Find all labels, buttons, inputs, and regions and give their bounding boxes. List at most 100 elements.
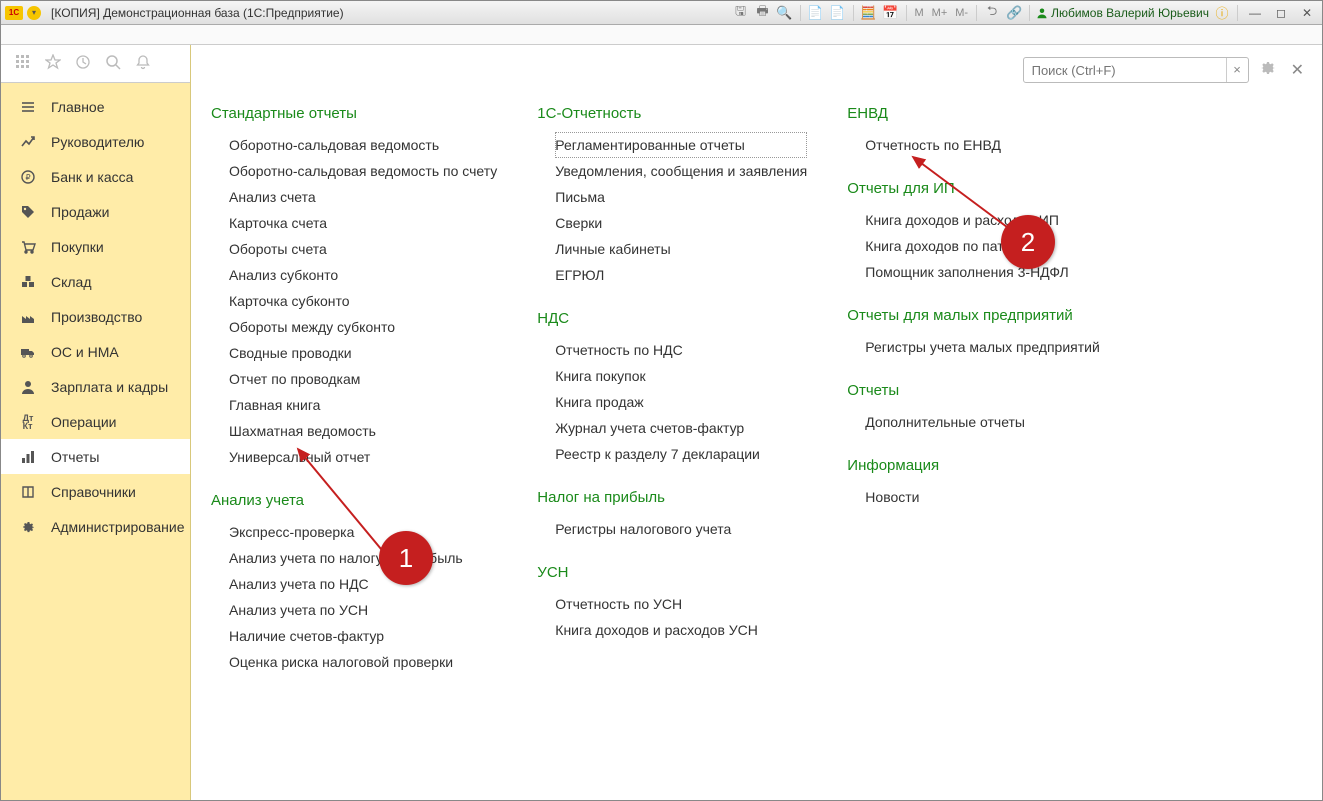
info-icon[interactable]: ⓘ (1213, 4, 1231, 22)
nav-item-8[interactable]: Зарплата и кадры (1, 369, 190, 404)
section: ИнформацияНовости (847, 457, 1117, 510)
item-list: Отчетность по ЕНВД (865, 132, 1117, 158)
apps-icon[interactable] (15, 54, 31, 73)
report-link[interactable]: Дополнительные отчеты (865, 409, 1117, 435)
maximize-button[interactable]: ◻ (1270, 4, 1292, 22)
report-link[interactable]: Шахматная ведомость (229, 418, 497, 444)
calc-icon[interactable]: 🧮 (860, 4, 878, 22)
report-link[interactable]: Отчет по проводкам (229, 366, 497, 392)
report-link[interactable]: ЕГРЮЛ (555, 262, 807, 288)
nav-item-10[interactable]: Отчеты (1, 439, 190, 474)
section-title: Отчеты (847, 382, 1117, 399)
report-link[interactable]: Книга доходов и расходов УСН (555, 617, 807, 643)
mplus-btn[interactable]: M+ (930, 7, 950, 19)
doc2-icon[interactable]: 📄 (829, 4, 847, 22)
nav-item-5[interactable]: Склад (1, 264, 190, 299)
report-link[interactable]: Реестр к разделу 7 декларации (555, 441, 807, 467)
close-panel-icon[interactable]: ✕ (1291, 60, 1304, 80)
trend-icon (19, 133, 37, 151)
report-link[interactable]: Анализ учета по УСН (229, 597, 497, 623)
report-link[interactable]: Книга покупок (555, 363, 807, 389)
item-list: Новости (865, 484, 1117, 510)
doc1-icon[interactable]: 📄 (807, 4, 825, 22)
report-link[interactable]: Экспресс-проверка (229, 519, 497, 545)
tab-strip (1, 25, 1322, 45)
report-link[interactable]: Личные кабинеты (555, 236, 807, 262)
report-link[interactable]: Помощник заполнения 3-НДФЛ (865, 259, 1117, 285)
report-link[interactable]: Наличие счетов-фактур (229, 623, 497, 649)
content-header: × ✕ (1023, 57, 1304, 83)
nav-item-4[interactable]: Покупки (1, 229, 190, 264)
settings-gear-icon[interactable] (1257, 58, 1277, 83)
mminus-btn[interactable]: M- (953, 7, 970, 19)
nav-item-9[interactable]: ДтКтОперации (1, 404, 190, 439)
report-link[interactable]: Карточка субконто (229, 288, 497, 314)
report-link[interactable]: Регистры налогового учета (555, 516, 807, 542)
item-list: Регистры учета малых предприятий (865, 334, 1117, 360)
report-link[interactable]: Журнал учета счетов-фактур (555, 415, 807, 441)
report-link[interactable]: Анализ счета (229, 184, 497, 210)
section: Стандартные отчетыОборотно-сальдовая вед… (211, 105, 497, 470)
nav-item-label: Производство (51, 309, 142, 325)
report-link[interactable]: Анализ субконто (229, 262, 497, 288)
m-btn[interactable]: M (913, 7, 926, 19)
current-user[interactable]: Любимов Валерий Юрьевич (1036, 6, 1209, 20)
link-icon[interactable]: 🔗 (1005, 4, 1023, 22)
report-link[interactable]: Анализ учета по НДС (229, 571, 497, 597)
section: Отчеты для малых предприятийРегистры уче… (847, 307, 1117, 360)
column-1: 1С-ОтчетностьРегламентированные отчетыУв… (537, 105, 807, 643)
report-link[interactable]: Обороты счета (229, 236, 497, 262)
history-icon[interactable] (75, 54, 91, 73)
nav-item-label: Главное (51, 99, 105, 115)
nav-item-3[interactable]: Продажи (1, 194, 190, 229)
tag-icon (19, 203, 37, 221)
report-link[interactable]: Анализ учета по налогу на прибыль (229, 545, 497, 571)
search-input[interactable] (1024, 63, 1226, 78)
nav-item-label: Отчеты (51, 449, 99, 465)
report-link[interactable]: Оборотно-сальдовая ведомость (229, 132, 497, 158)
star-icon[interactable] (45, 54, 61, 73)
factory-icon (19, 308, 37, 326)
calendar-icon[interactable]: 📅 (882, 4, 900, 22)
app-menu-caret[interactable]: ▾ (27, 6, 41, 20)
nav-item-0[interactable]: Главное (1, 89, 190, 124)
minimize-button[interactable]: — (1244, 4, 1266, 22)
report-link[interactable]: Отчетность по НДС (555, 337, 807, 363)
content-panel: × ✕ Стандартные отчетыОборотно-сальдовая… (191, 45, 1322, 800)
nav-item-1[interactable]: Руководителю (1, 124, 190, 159)
report-link[interactable]: Универсальный отчет (229, 444, 497, 470)
report-link[interactable]: Оборотно-сальдовая ведомость по счету (229, 158, 497, 184)
report-link[interactable]: Письма (555, 184, 807, 210)
report-link[interactable]: Новости (865, 484, 1117, 510)
nav-item-2[interactable]: ₽Банк и касса (1, 159, 190, 194)
close-button[interactable]: ✕ (1296, 4, 1318, 22)
nav-item-6[interactable]: Производство (1, 299, 190, 334)
report-link[interactable]: Оценка риска налоговой проверки (229, 649, 497, 675)
report-link[interactable]: Сверки (555, 210, 807, 236)
report-link[interactable]: Сводные проводки (229, 340, 497, 366)
nav-item-label: ОС и НМА (51, 344, 119, 360)
report-link[interactable]: Отчетность по ЕНВД (865, 132, 1117, 158)
nav-item-11[interactable]: Справочники (1, 474, 190, 509)
report-link[interactable]: Регистры учета малых предприятий (865, 334, 1117, 360)
print-icon[interactable]: 🖶 (754, 4, 772, 22)
report-link[interactable]: Обороты между субконто (229, 314, 497, 340)
search-icon[interactable] (105, 54, 121, 73)
report-link[interactable]: Книга продаж (555, 389, 807, 415)
nav-list: ГлавноеРуководителю₽Банк и кассаПродажиП… (1, 83, 190, 544)
report-link[interactable]: Регламентированные отчеты (555, 132, 807, 158)
save-icon[interactable]: 🖫 (732, 4, 750, 22)
search-clear[interactable]: × (1226, 58, 1248, 82)
report-link[interactable]: Книга доходов и расходов ИП (865, 207, 1117, 233)
report-link[interactable]: Уведомления, сообщения и заявления (555, 158, 807, 184)
preview-icon[interactable]: 🔍 (776, 4, 794, 22)
report-link[interactable]: Книга доходов по патенту (865, 233, 1117, 259)
back-icon[interactable]: ⮌ (983, 4, 1001, 22)
bell-icon[interactable] (135, 54, 151, 73)
item-list: Экспресс-проверкаАнализ учета по налогу … (229, 519, 497, 675)
nav-item-7[interactable]: ОС и НМА (1, 334, 190, 369)
nav-item-12[interactable]: Администрирование (1, 509, 190, 544)
report-link[interactable]: Карточка счета (229, 210, 497, 236)
report-link[interactable]: Отчетность по УСН (555, 591, 807, 617)
report-link[interactable]: Главная книга (229, 392, 497, 418)
